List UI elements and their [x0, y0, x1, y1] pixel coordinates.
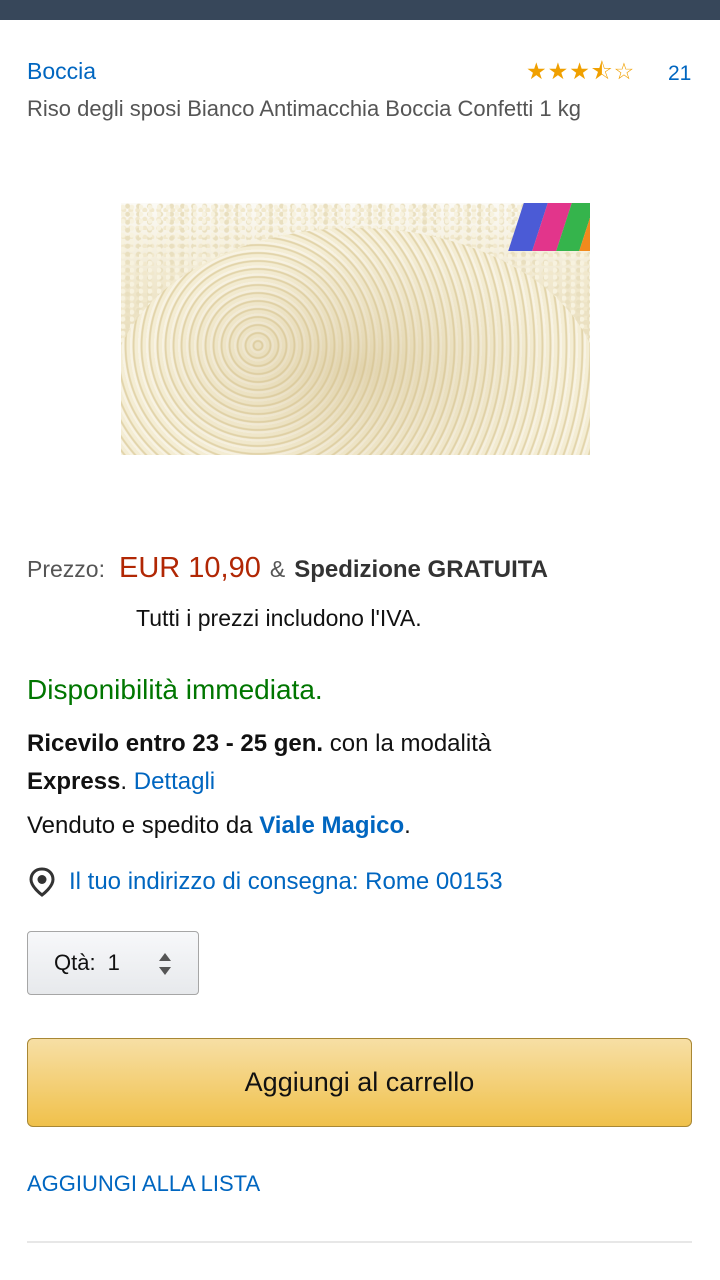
add-to-cart-button[interactable]: Aggiungi al carrello: [27, 1038, 692, 1127]
express-label: Express: [27, 768, 121, 795]
details-link[interactable]: Dettagli: [134, 768, 215, 795]
quantity-select[interactable]: Qtà: 1: [27, 931, 199, 995]
review-count-link[interactable]: 21: [668, 62, 691, 86]
price-row: Prezzo: EUR 10,90 & Spedizione GRATUITA: [27, 552, 548, 592]
brand-link[interactable]: Boccia: [27, 58, 96, 85]
seller-link[interactable]: Viale Magico: [259, 812, 404, 839]
availability-status: Disponibilità immediata.: [27, 674, 323, 705]
divider: [27, 1241, 692, 1243]
star-list: ★ ★ ★ ⯪ ☆: [526, 58, 634, 84]
delivery-address[interactable]: Il tuo indirizzo di consegna: Rome 00153: [27, 867, 503, 897]
add-to-list-link[interactable]: AGGIUNGI ALLA LISTA: [27, 1171, 260, 1197]
quantity-value: 1: [107, 950, 120, 975]
star-full-icon: ★: [547, 58, 569, 84]
delivery-mode-text: con la modalità: [323, 730, 492, 757]
rating-stars[interactable]: ★ ★ ★ ⯪ ☆: [526, 56, 634, 86]
quantity-label: Qtà:: [54, 950, 96, 975]
price-label: Prezzo:: [27, 556, 105, 582]
delivery-info: Ricevilo entro 23 - 25 gen. con la modal…: [27, 725, 697, 801]
seller-info: Venduto e spedito da Viale Magico.: [27, 812, 411, 840]
product-image[interactable]: [121, 203, 590, 455]
seller-prefix: Venduto e spedito da: [27, 812, 260, 839]
star-empty-icon: ☆: [613, 58, 635, 84]
delivery-dates: Ricevilo entro 23 - 25 gen.: [27, 730, 324, 757]
vat-note: Tutti i prezzi includono l'IVA.: [136, 605, 422, 631]
price-value: EUR 10,90: [118, 552, 261, 584]
select-arrows-icon: [158, 951, 172, 977]
star-half-icon: ⯪: [590, 58, 613, 84]
colored-stripes: [508, 203, 590, 251]
delivery-period: .: [120, 768, 128, 795]
top-bar: [0, 0, 720, 20]
ampersand: &: [269, 556, 286, 582]
star-full-icon: ★: [569, 58, 590, 84]
free-shipping: Spedizione GRATUITA: [294, 556, 548, 583]
product-title: Riso degli sposi Bianco Antimacchia Bocc…: [27, 96, 581, 121]
delivery-address-text: Il tuo indirizzo di consegna: Rome 00153: [69, 868, 503, 895]
seller-suffix: .: [404, 812, 411, 839]
star-full-icon: ★: [526, 58, 547, 84]
location-pin-icon: [27, 867, 57, 897]
